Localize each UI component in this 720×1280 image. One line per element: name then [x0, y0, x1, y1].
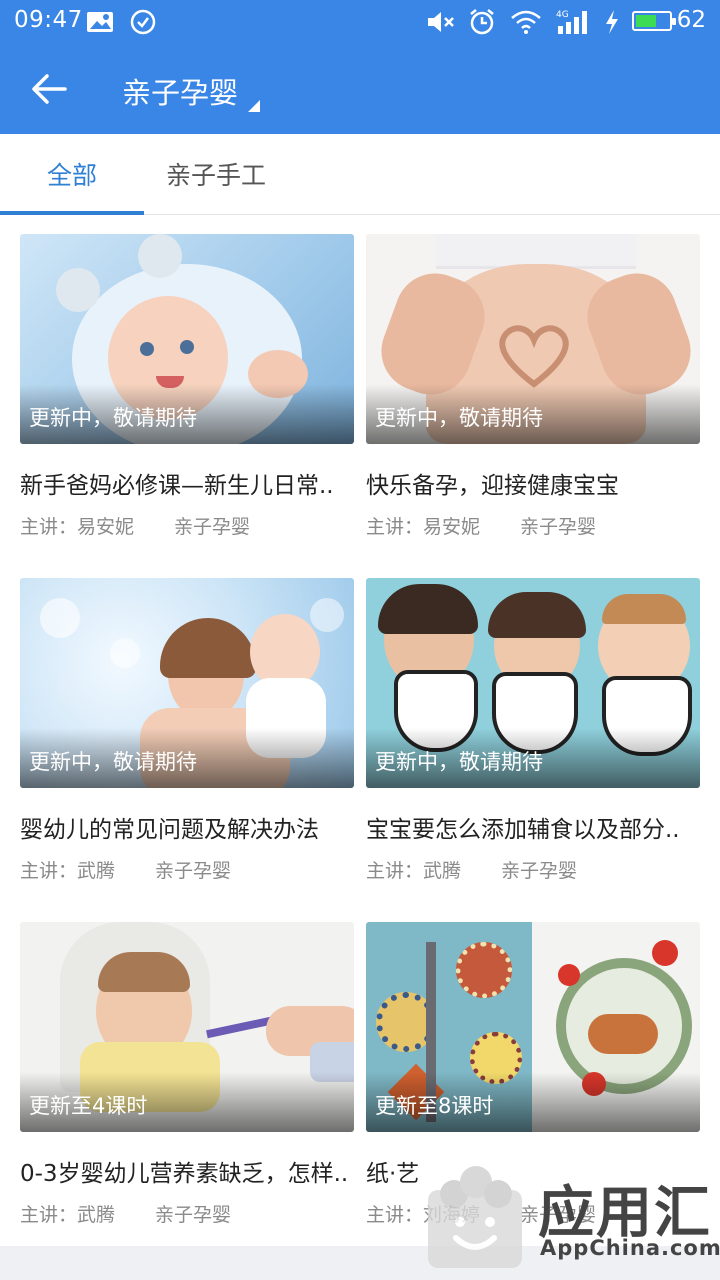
course-card[interactable]: 更新中，敬请期待 宝宝要怎么添加辅食以及部分.. 主讲：武腾 亲子孕婴 — [366, 578, 700, 898]
course-category: 亲子孕婴 — [155, 1204, 232, 1226]
course-title[interactable]: 婴幼儿的常见问题及解决办法 — [20, 810, 354, 844]
watermark-logo-icon — [420, 1160, 530, 1270]
signal-icon: 4G — [554, 8, 594, 36]
check-circle-icon — [130, 8, 156, 36]
course-thumbnail: 更新至4课时 — [20, 922, 354, 1132]
course-title[interactable]: 快乐备孕，迎接健康宝宝 — [366, 466, 700, 500]
watermark-subtext: AppChina.com — [540, 1236, 720, 1260]
course-meta: 主讲：易安妮 亲子孕婴 — [20, 512, 250, 539]
wifi-icon — [510, 8, 542, 36]
tab-bar: 全部 亲子手工 — [0, 134, 720, 215]
course-lecturer: 主讲：易安妮 — [366, 516, 481, 538]
course-category: 亲子孕婴 — [155, 860, 232, 882]
course-title[interactable]: 0-3岁婴幼儿营养素缺乏，怎样.. — [20, 1154, 354, 1188]
course-card[interactable]: 更新中，敬请期待 快乐备孕，迎接健康宝宝 主讲：易安妮 亲子孕婴 — [366, 234, 700, 554]
course-thumbnail: 更新中，敬请期待 — [20, 234, 354, 444]
course-status: 更新至4课时 — [29, 1094, 148, 1118]
tab-all[interactable]: 全部 — [0, 134, 144, 214]
image-icon — [86, 8, 114, 36]
course-status: 更新中，敬请期待 — [375, 406, 543, 430]
course-meta: 主讲：易安妮 亲子孕婴 — [366, 512, 596, 539]
tab-parent-child-crafts[interactable]: 亲子手工 — [144, 134, 288, 214]
course-category: 亲子孕婴 — [520, 516, 597, 538]
course-meta: 主讲：武腾 亲子孕婴 — [20, 1200, 231, 1227]
back-button[interactable] — [22, 64, 76, 114]
course-status: 更新中，敬请期待 — [29, 406, 197, 430]
mute-icon — [426, 8, 456, 36]
course-card[interactable]: 更新至4课时 0-3岁婴幼儿营养素缺乏，怎样.. 主讲：武腾 亲子孕婴 — [20, 922, 354, 1242]
battery-level: 62 — [676, 7, 706, 33]
tab-indicator — [0, 211, 144, 215]
course-lecturer: 主讲：武腾 — [20, 860, 116, 882]
course-category: 亲子孕婴 — [501, 860, 578, 882]
course-status: 更新中，敬请期待 — [375, 750, 543, 774]
course-thumbnail: 更新至8课时 — [366, 922, 700, 1132]
charging-icon — [604, 8, 620, 36]
battery-icon — [632, 11, 676, 31]
status-bar: 09:47 4G 62 — [0, 0, 720, 44]
course-lecturer: 主讲：武腾 — [366, 860, 462, 882]
course-title[interactable]: 宝宝要怎么添加辅食以及部分.. — [366, 810, 700, 844]
course-meta: 主讲：武腾 亲子孕婴 — [366, 856, 577, 883]
course-card[interactable]: 更新中，敬请期待 新手爸妈必修课—新生儿日常.. 主讲：易安妮 亲子孕婴 — [20, 234, 354, 554]
app-bar: 亲子孕婴 — [0, 44, 720, 134]
course-lecturer: 主讲：武腾 — [20, 1204, 116, 1226]
course-title[interactable]: 新手爸妈必修课—新生儿日常.. — [20, 466, 354, 500]
dropdown-caret-icon[interactable] — [248, 100, 260, 112]
page-title[interactable]: 亲子孕婴 — [122, 70, 238, 112]
course-lecturer: 主讲：易安妮 — [20, 516, 135, 538]
course-meta: 主讲：武腾 亲子孕婴 — [20, 856, 231, 883]
course-category: 亲子孕婴 — [174, 516, 251, 538]
alarm-icon — [468, 8, 496, 36]
course-thumbnail: 更新中，敬请期待 — [366, 234, 700, 444]
arrow-left-icon — [32, 74, 67, 104]
course-status: 更新至8课时 — [375, 1094, 494, 1118]
status-time: 09:47 — [14, 7, 83, 33]
course-thumbnail: 更新中，敬请期待 — [366, 578, 700, 788]
svg-text:4G: 4G — [556, 10, 569, 20]
course-card[interactable]: 更新中，敬请期待 婴幼儿的常见问题及解决办法 主讲：武腾 亲子孕婴 — [20, 578, 354, 898]
course-thumbnail: 更新中，敬请期待 — [20, 578, 354, 788]
course-status: 更新中，敬请期待 — [29, 750, 197, 774]
